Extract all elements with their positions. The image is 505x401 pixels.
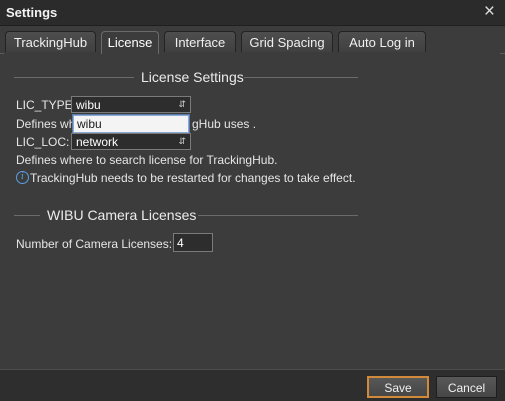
section-divider	[14, 77, 134, 78]
dropdown-option[interactable]: wibu	[73, 115, 189, 133]
license-tab-panel: License Settings LIC_TYPE: wibu ⇵ Define…	[4, 53, 500, 369]
dialog-title: Settings	[6, 5, 58, 20]
camera-licenses-label: Number of Camera Licenses:	[16, 237, 173, 251]
lic-loc-label: LIC_LOC:	[16, 135, 70, 149]
title-bar: Settings ×	[0, 0, 505, 26]
cancel-button[interactable]: Cancel	[436, 376, 497, 398]
tab-label: Grid Spacing	[249, 35, 325, 50]
save-button-label: Save	[384, 381, 412, 395]
lic-type-value: wibu	[76, 98, 101, 112]
wibu-licenses-title: WIBU Camera Licenses	[47, 207, 197, 223]
dialog-footer: Save Cancel	[0, 369, 505, 401]
license-settings-title: License Settings	[141, 69, 244, 85]
camera-licenses-input[interactable]: 4	[173, 233, 213, 252]
tab-label: License	[107, 35, 153, 50]
tab-label: TrackingHub	[13, 35, 88, 50]
lic-loc-select[interactable]: network ⇵	[71, 133, 191, 150]
updown-arrows-icon: ⇵	[178, 136, 186, 146]
lic-type-dropdown-list: wibu	[72, 114, 190, 133]
info-icon: i	[16, 171, 29, 184]
section-divider	[244, 77, 358, 78]
tab-bar: TrackingHub License Interface Grid Spaci…	[0, 31, 505, 54]
lic-type-label: LIC_TYPE:	[16, 98, 77, 112]
tab-auto-log-in[interactable]: Auto Log in	[338, 31, 426, 52]
save-button[interactable]: Save	[367, 376, 429, 398]
tab-trackinghub[interactable]: TrackingHub	[5, 31, 96, 52]
lic-loc-value: network	[76, 135, 119, 149]
tab-label: Auto Log in	[349, 35, 415, 50]
updown-arrows-icon: ⇵	[178, 99, 186, 109]
tab-license[interactable]: License	[101, 31, 159, 54]
tab-label: Interface	[174, 35, 226, 50]
section-divider	[14, 215, 40, 216]
camera-licenses-value: 4	[177, 236, 184, 250]
cancel-button-label: Cancel	[447, 381, 486, 395]
restart-note: TrackingHub needs to be restarted for ch…	[30, 171, 356, 185]
settings-dialog: Settings × TrackingHub License Interface…	[0, 0, 505, 401]
lic-type-description-start: Defines wh	[16, 117, 76, 131]
tab-grid-spacing[interactable]: Grid Spacing	[241, 31, 333, 52]
lic-loc-description: Defines where to search license for Trac…	[16, 153, 278, 167]
section-divider	[198, 215, 358, 216]
tab-interface[interactable]: Interface	[164, 31, 236, 52]
close-icon[interactable]: ×	[484, 1, 495, 23]
lic-type-description-end: gHub uses .	[192, 117, 257, 131]
lic-type-select[interactable]: wibu ⇵	[71, 96, 191, 113]
